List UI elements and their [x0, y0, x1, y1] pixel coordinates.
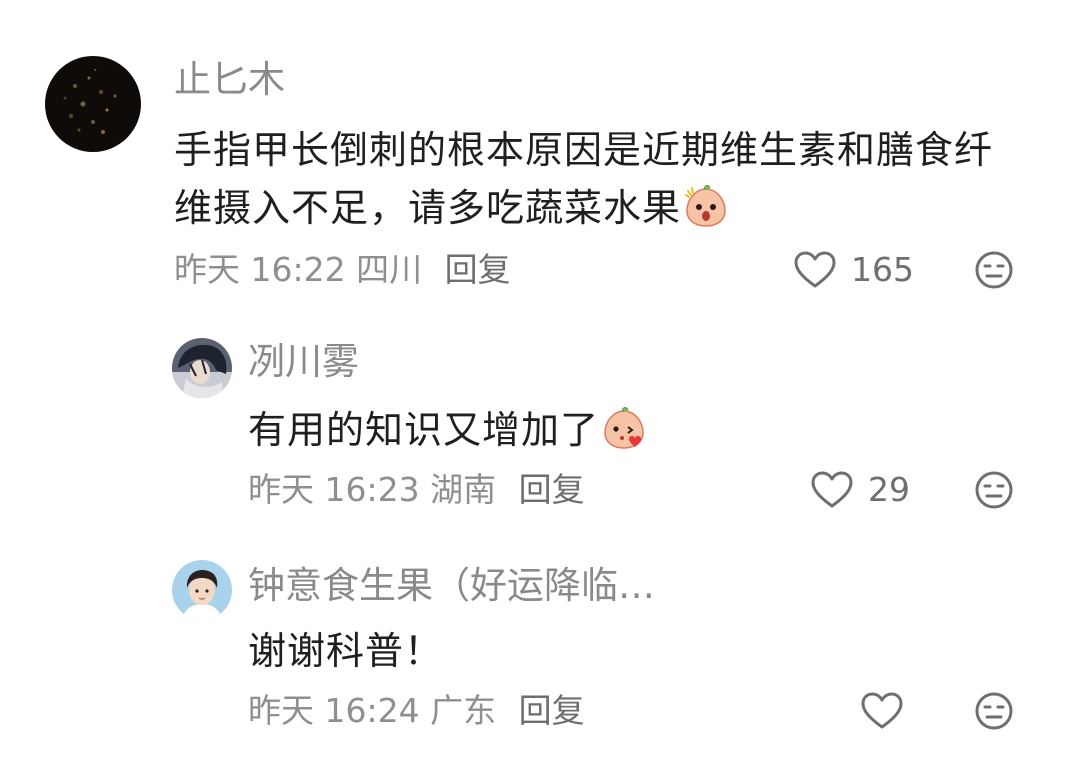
peach-sticker-heart-icon	[601, 405, 647, 451]
comment-meta: 昨天 16:24 广东 回复	[248, 691, 585, 731]
comment-location: 广东	[430, 691, 497, 730]
username[interactable]: 冽川雾	[248, 340, 359, 384]
avatar-image	[172, 560, 232, 620]
peach-sticker-shock-icon	[683, 183, 729, 229]
comment-time: 昨天 16:23	[248, 470, 420, 509]
comment-meta: 昨天 16:22 四川 回复	[174, 250, 511, 290]
heart-outline-icon	[794, 251, 836, 288]
neutral-face-icon	[975, 471, 1013, 509]
heart-outline-icon	[811, 471, 853, 508]
like-count: 29	[868, 470, 910, 509]
reply-button[interactable]: 回复	[519, 691, 585, 730]
comment-item: 止匕木 手指甲长倒刺的根本原因是近期维生素和膳食纤维摄入不足，请多吃蔬菜水果 昨…	[0, 0, 1080, 300]
username[interactable]: 钟意食生果（好运降临…	[248, 564, 655, 608]
reply-button[interactable]: 回复	[445, 250, 511, 289]
reply-item: 冽川雾 有用的知识又增加了 昨天 16:23 湖南 回复 29	[0, 300, 1080, 530]
username[interactable]: 止匕木	[174, 58, 285, 102]
comment-text: 手指甲长倒刺的根本原因是近期维生素和膳食纤维摄入不足，请多吃蔬菜水果	[174, 121, 1024, 237]
reply-button[interactable]: 回复	[519, 470, 585, 509]
comment-text-body: 谢谢科普！	[248, 629, 444, 673]
avatar[interactable]	[45, 56, 141, 152]
like-button[interactable]: 165	[793, 250, 914, 290]
reply-item: 钟意食生果（好运降临… 谢谢科普！ 昨天 16:24 广东 回复	[0, 530, 1080, 769]
neutral-face-icon	[975, 692, 1013, 730]
comment-location: 湖南	[430, 470, 497, 509]
comment-text-body: 有用的知识又增加了	[248, 408, 600, 452]
like-count: 165	[851, 250, 914, 289]
avatar-image	[172, 338, 232, 398]
comment-location: 四川	[356, 250, 423, 289]
avatar-image	[45, 56, 141, 152]
heart-outline-icon	[861, 692, 903, 729]
avatar[interactable]	[172, 560, 232, 620]
comment-meta: 昨天 16:23 湖南 回复	[248, 470, 585, 510]
comment-time: 昨天 16:24	[248, 691, 420, 730]
dislike-button[interactable]	[974, 470, 1014, 510]
avatar[interactable]	[172, 338, 232, 398]
dislike-button[interactable]	[974, 250, 1014, 290]
neutral-face-icon	[975, 251, 1013, 289]
comment-text: 谢谢科普！	[248, 622, 1028, 680]
like-button[interactable]: 29	[810, 470, 910, 510]
comment-time: 昨天 16:22	[174, 250, 346, 289]
like-button[interactable]	[860, 691, 918, 731]
dislike-button[interactable]	[974, 691, 1014, 731]
comment-text: 有用的知识又增加了	[248, 401, 1028, 459]
comment-text-body: 手指甲长倒刺的根本原因是近期维生素和膳食纤维摄入不足，请多吃蔬菜水果	[174, 128, 994, 230]
